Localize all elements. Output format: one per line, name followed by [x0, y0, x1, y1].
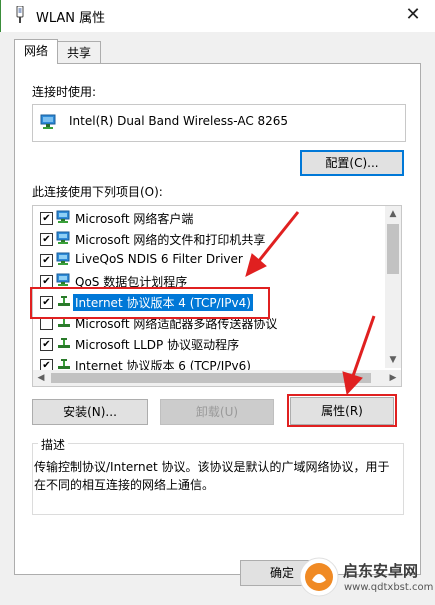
list-item[interactable]: ✔ Microsoft 网络的文件和打印机共享: [33, 229, 385, 250]
protocol-icon: [58, 359, 70, 369]
list-item-label: QoS 数据包计划程序: [75, 275, 188, 289]
network-client-icon: [56, 252, 70, 265]
scroll-down-icon[interactable]: ▼: [385, 352, 401, 368]
watermark-logo: 启东安卓网 www.qdtxbst.com: [298, 552, 433, 605]
list-item-label: Microsoft 网络适配器多路传送器协议: [75, 317, 278, 331]
list-item[interactable]: ✔ QoS 数据包计划程序: [33, 271, 385, 292]
watermark-badge-icon: [299, 557, 339, 597]
watermark-url: www.qdtxbst.com: [344, 582, 434, 593]
list-item[interactable]: ✔ Internet 协议版本 4 (TCP/IPv4): [33, 292, 385, 313]
list-item[interactable]: Microsoft 网络适配器多路传送器协议: [33, 313, 385, 334]
tab-network[interactable]: 网络: [14, 39, 58, 64]
items-section-label: 此连接使用下列项目(O):: [32, 185, 163, 199]
list-item-label: Microsoft 网络客户端: [75, 212, 194, 226]
scroll-right-icon[interactable]: ▶: [385, 370, 401, 386]
description-text: 传输控制协议/Internet 协议。该协议是默认的广域网络协议，用于在不同的相…: [34, 460, 390, 492]
item-checkbox[interactable]: ✔: [40, 338, 53, 351]
list-vertical-scrollbar[interactable]: ▲ ▼: [385, 206, 401, 368]
item-checkbox[interactable]: ✔: [40, 233, 53, 246]
item-checkbox[interactable]: ✔: [40, 296, 53, 309]
protocol-icon: [58, 296, 70, 306]
description-legend: 描述: [38, 436, 69, 453]
scroll-left-icon[interactable]: ◀: [33, 370, 49, 386]
protocol-icon: [58, 338, 70, 348]
horizontal-scroll-thumb[interactable]: [51, 373, 371, 383]
item-checkbox[interactable]: ✔: [40, 254, 53, 267]
adapter-name: Intel(R) Dual Band Wireless-AC 8265: [69, 114, 289, 128]
vertical-scroll-thumb[interactable]: [387, 224, 399, 274]
protocol-icon: [58, 317, 70, 327]
network-adapter-icon: [40, 114, 56, 129]
close-icon[interactable]: ✕: [398, 0, 428, 30]
configure-button[interactable]: 配置(C)...: [300, 150, 404, 176]
uninstall-button[interactable]: 卸载(U): [160, 399, 274, 425]
list-item[interactable]: ✔ LiveQoS NDIS 6 Filter Driver: [33, 250, 385, 271]
list-item-label: LiveQoS NDIS 6 Filter Driver: [75, 252, 243, 266]
list-item-label: Internet 协议版本 4 (TCP/IPv4): [73, 294, 253, 311]
list-item-label: Microsoft LLDP 协议驱动程序: [75, 338, 240, 352]
scroll-up-icon[interactable]: ▲: [385, 206, 401, 222]
item-checkbox[interactable]: ✔: [40, 212, 53, 225]
properties-button[interactable]: 属性(R): [290, 397, 394, 425]
list-item[interactable]: ✔ Microsoft 网络客户端: [33, 208, 385, 229]
item-checkbox[interactable]: [40, 317, 53, 330]
network-client-icon: [56, 273, 70, 286]
connect-using-label: 连接时使用:: [32, 85, 97, 99]
tab-sharing[interactable]: 共享: [57, 41, 101, 64]
network-client-icon: [56, 210, 70, 223]
window-title: WLAN 属性: [36, 11, 106, 26]
components-list[interactable]: ✔ Microsoft 网络客户端 ✔ Microsoft 网络的文件和打印机共享 ✔ L…: [32, 205, 402, 387]
install-button[interactable]: 安装(N)...: [32, 399, 148, 425]
adapter-field: Intel(R) Dual Band Wireless-AC 8265: [32, 104, 406, 142]
item-checkbox[interactable]: ✔: [40, 275, 53, 288]
list-item-label: Microsoft 网络的文件和打印机共享: [75, 233, 266, 247]
list-horizontal-scrollbar[interactable]: ◀ ▶: [33, 370, 401, 386]
list-item[interactable]: ✔ Microsoft LLDP 协议驱动程序: [33, 334, 385, 355]
network-client-icon: [56, 231, 70, 244]
wifi-adapter-icon: [16, 6, 24, 23]
watermark-name: 启东安卓网: [343, 562, 419, 580]
